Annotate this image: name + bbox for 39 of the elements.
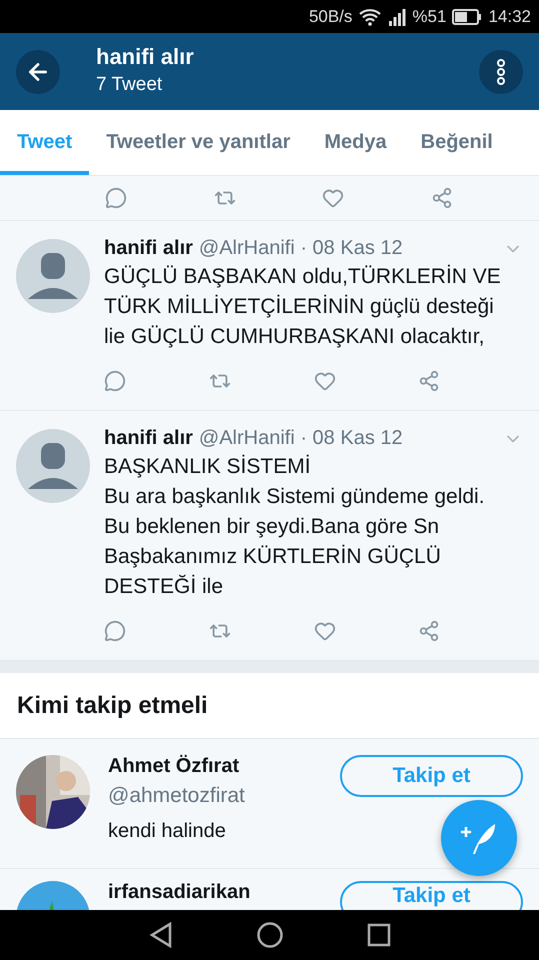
network-speed: 50B/s xyxy=(308,6,352,26)
like-icon[interactable] xyxy=(314,620,336,642)
reply-icon[interactable] xyxy=(105,187,127,209)
home-nav-icon[interactable] xyxy=(256,922,282,948)
share-icon[interactable] xyxy=(418,620,440,642)
author-name: hanifi alır xyxy=(104,237,193,260)
profile-name: hanifi alır xyxy=(96,44,195,70)
battery-icon xyxy=(452,8,482,24)
reply-icon[interactable] xyxy=(104,370,126,392)
user-bio: kendi halinde xyxy=(108,820,227,843)
profile-tab[interactable]: Beğenil xyxy=(404,110,510,175)
menu-button[interactable] xyxy=(479,50,523,94)
back-button[interactable] xyxy=(16,50,60,94)
share-icon[interactable] xyxy=(430,187,452,209)
like-icon[interactable] xyxy=(322,187,344,209)
follow-button[interactable]: Takip et xyxy=(340,755,523,797)
profile-tab[interactable]: Medya xyxy=(307,110,404,175)
recents-nav-icon[interactable] xyxy=(366,923,390,947)
battery-percent: %51 xyxy=(412,6,446,26)
user-handle: @ahmetozfirat xyxy=(108,784,246,808)
profile-tab[interactable]: Tweetler ve yanıtlar xyxy=(89,110,308,175)
tweet-handle-date: @AlrHanifi · 08 Kas 12 xyxy=(198,427,404,450)
compose-button[interactable] xyxy=(441,800,517,876)
clock-time: 14:32 xyxy=(488,6,531,26)
section-title: Kimi takip etmeli xyxy=(0,673,539,739)
tweet-text: GÜÇLÜ BAŞBAKAN oldu,TÜRKLERİN VE TÜRK MİLLİYETÇİLERİNİN güçlü desteği lie GÜÇLÜ CUMHURBAŞKANI olacaktır, xyxy=(104,264,502,350)
signal-icon xyxy=(388,8,406,26)
back-nav-icon[interactable] xyxy=(148,922,172,948)
user-name: irfansadiarikan xyxy=(108,881,252,904)
share-icon[interactable] xyxy=(418,370,440,392)
tweet-handle-date: @AlrHanifi · 08 Kas 12 xyxy=(198,237,404,260)
tweet-text: BAŞKANLIK SİSTEMİ Bu ara başkanlık Sistemi gündeme geldi. Bu beklenen bir şeydi.Bana göre Sn Başbakanımız KÜRTLERİN GÜÇLÜ DESTEĞİ ile xyxy=(104,454,486,600)
reply-icon[interactable] xyxy=(104,620,126,642)
author-name: hanifi alır xyxy=(104,427,193,450)
wifi-icon xyxy=(358,8,382,26)
more-options-icon xyxy=(496,58,506,86)
user-name: Ahmet Özfırat xyxy=(108,755,240,778)
tweet-count: 7 Tweet xyxy=(96,74,164,96)
like-icon[interactable] xyxy=(314,370,336,392)
